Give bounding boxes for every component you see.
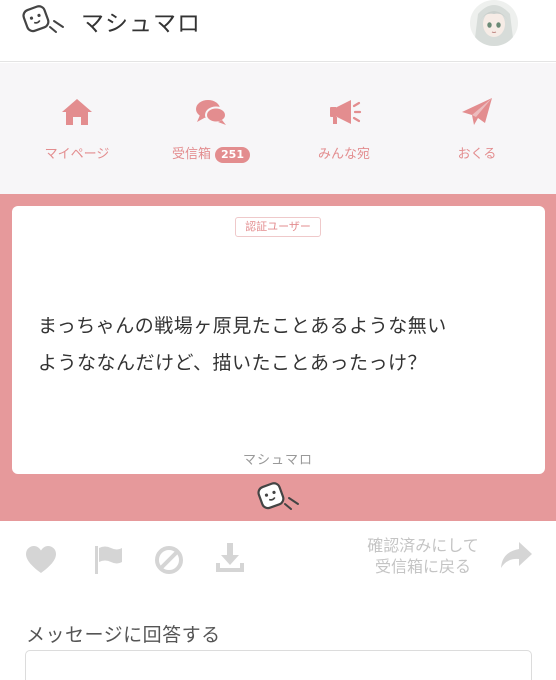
message-actions: 確認済みにして 受信箱に戻る (0, 521, 556, 601)
verified-user-badge: 認証ユーザー (235, 217, 321, 237)
nav-mypage-label: マイページ (44, 147, 110, 162)
nav-everyone-label: みんな宛 (317, 147, 370, 162)
mark-read-return-button[interactable]: 確認済みにして 受信箱に戻る (348, 535, 498, 577)
card-brand-label: マシュマロ (242, 453, 313, 468)
message-line-1: まっちゃんの戦場ヶ原見たことあるような無い (38, 315, 447, 337)
top-header: マシュマロ (0, 0, 556, 62)
nav-everyone[interactable]: みんな宛 (284, 63, 404, 194)
marshmallow-mascot-icon (257, 482, 299, 510)
inbox-count-badge: 251 (215, 147, 250, 163)
share-arrow-icon[interactable] (498, 539, 534, 571)
megaphone-icon (330, 100, 362, 124)
block-icon[interactable] (152, 543, 186, 577)
avatar-image (470, 0, 518, 46)
flag-icon[interactable] (91, 543, 125, 577)
nav-inbox-label: 受信箱 251 (151, 143, 271, 163)
nav-inbox-text: 受信箱 (172, 147, 212, 162)
marshmallow-logo-icon[interactable] (20, 1, 66, 39)
chat-bubbles-icon (196, 100, 227, 125)
archive-line-2: 受信箱に戻る (374, 557, 471, 576)
home-icon (62, 99, 92, 125)
heart-icon[interactable] (24, 543, 58, 577)
paper-plane-icon (462, 98, 492, 125)
answer-textarea[interactable] (25, 650, 532, 680)
user-avatar[interactable] (470, 0, 518, 46)
nav-send[interactable]: おくる (417, 63, 537, 194)
download-icon[interactable] (213, 541, 247, 575)
archive-line-1: 確認済みにして (367, 536, 479, 555)
app-title[interactable]: マシュマロ (81, 4, 201, 38)
message-line-2: ようななんだけど、描いたことあったっけ？ (38, 352, 428, 374)
nav-send-label: おくる (457, 147, 497, 162)
answer-heading: メッセージに回答する (26, 624, 221, 646)
nav-mypage[interactable]: マイページ (17, 63, 137, 194)
nav-inbox[interactable]: 受信箱 251 (151, 63, 271, 194)
main-nav: マイページ 受信箱 251 みんな宛 おくる (0, 63, 556, 194)
message-text: まっちゃんの戦場ヶ原見たことあるような無い ようななんだけど、描いたことあったっ… (38, 308, 518, 382)
